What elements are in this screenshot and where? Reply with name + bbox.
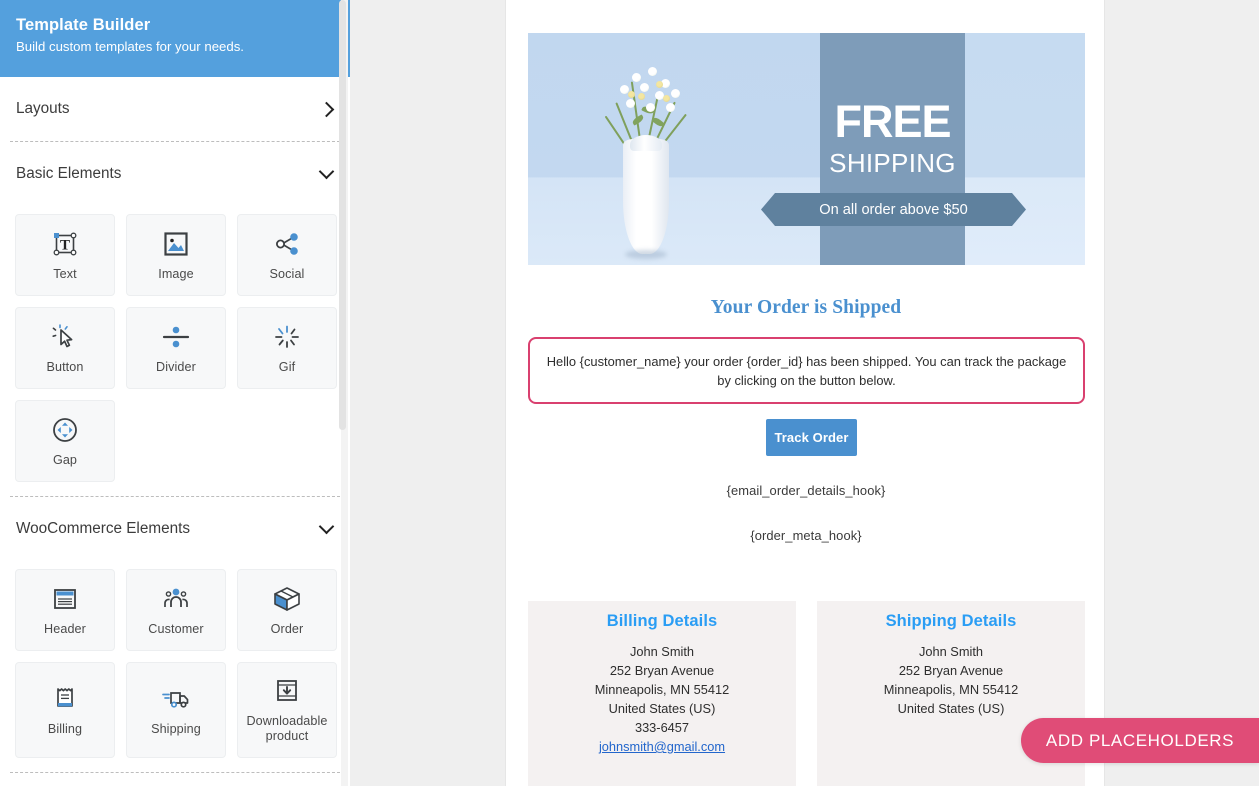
chevron-down-icon[interactable] — [320, 522, 334, 536]
order-meta-hook[interactable]: {order_meta_hook} — [506, 528, 1106, 543]
element-label: Downloadable product — [246, 714, 328, 743]
element-card-shipping[interactable]: Shipping — [126, 662, 226, 758]
element-card-divider[interactable]: Divider — [126, 307, 226, 389]
shipping-line: Minneapolis, MN 55412 — [883, 682, 1019, 697]
element-card-customer[interactable]: Customer — [126, 569, 226, 651]
image-icon — [163, 229, 189, 259]
element-label: Social — [269, 266, 305, 281]
woocommerce-elements-grid: Header Customer Order Billing Shipping D… — [0, 561, 350, 772]
package-box-icon — [272, 584, 302, 614]
email-message-block[interactable]: Hello {customer_name} your order {order_… — [528, 337, 1085, 404]
chevron-down-icon[interactable] — [320, 167, 334, 181]
people-group-icon — [161, 584, 191, 614]
divide-icon — [161, 322, 191, 352]
element-label: Customer — [148, 621, 204, 636]
sidebar-section-woocommerce-hooks[interactable]: WooCommerce Hooks — [0, 773, 350, 786]
cursor-click-icon — [52, 322, 78, 352]
track-order-button[interactable]: Track Order — [766, 419, 857, 456]
sidebar-subtitle: Build custom templates for your needs. — [16, 39, 244, 54]
element-label: Button — [46, 359, 84, 374]
sparkle-icon — [273, 322, 301, 352]
billing-line: 252 Bryan Avenue — [609, 663, 715, 678]
element-label: Image — [158, 266, 194, 281]
template-builder-app: Template Builder Build custom templates … — [0, 0, 1259, 786]
shipping-details-title: Shipping Details — [885, 612, 1017, 630]
banner-ribbon: On all order above $50 — [528, 33, 1085, 265]
element-card-image[interactable]: Image — [126, 214, 226, 296]
element-card-order[interactable]: Order — [237, 569, 337, 651]
element-card-header[interactable]: Header — [15, 569, 115, 651]
shipping-line: John Smith — [918, 644, 984, 659]
element-card-downloadable-product[interactable]: Downloadable product — [237, 662, 337, 758]
element-label: Gif — [278, 359, 296, 374]
basic-elements-grid: T Text Image Social Button Divider Gif G… — [0, 206, 350, 496]
element-label: Divider — [156, 359, 196, 374]
email-banner-image[interactable]: FREE SHIPPING On all order above $50 — [528, 33, 1085, 265]
billing-line: John Smith — [629, 644, 695, 659]
element-label: Text — [53, 266, 77, 281]
billing-details-card[interactable]: Billing Details John Smith 252 Bryan Ave… — [528, 601, 796, 786]
email-order-details-hook[interactable]: {email_order_details_hook} — [506, 483, 1106, 498]
section-label-basic-elements: Basic Elements — [16, 165, 122, 182]
element-card-social[interactable]: Social — [237, 214, 337, 296]
email-preview-sheet: FREE SHIPPING On all order above $50 You… — [505, 0, 1105, 786]
sidebar-title: Template Builder — [16, 16, 151, 34]
element-card-billing[interactable]: Billing — [15, 662, 115, 758]
element-card-button[interactable]: Button — [15, 307, 115, 389]
sidebar-section-woocommerce-elements[interactable]: WooCommerce Elements — [0, 497, 350, 561]
chevron-right-icon[interactable] — [320, 102, 334, 116]
sidebar-scrollbar-thumb[interactable] — [339, 0, 346, 430]
sidebar: Template Builder Build custom templates … — [0, 0, 350, 786]
section-label-woocommerce-elements: WooCommerce Elements — [16, 520, 190, 537]
element-card-gif[interactable]: Gif — [237, 307, 337, 389]
header-layout-icon — [51, 584, 79, 614]
element-label: Billing — [47, 721, 83, 736]
shipping-line: United States (US) — [897, 701, 1005, 716]
sidebar-scrollbar-track[interactable] — [339, 0, 348, 786]
share-icon — [273, 229, 301, 259]
add-placeholders-button[interactable]: ADD PLACEHOLDERS — [1021, 718, 1259, 763]
billing-line: 333-6457 — [634, 720, 690, 735]
section-label-layouts: Layouts — [16, 100, 70, 117]
banner-ribbon-text: On all order above $50 — [761, 193, 1026, 226]
element-label: Gap — [52, 452, 78, 467]
download-box-icon — [274, 676, 300, 706]
receipt-icon — [52, 684, 78, 714]
svg-text:T: T — [60, 237, 70, 253]
sidebar-section-basic-elements[interactable]: Basic Elements — [0, 142, 350, 206]
element-label: Order — [270, 621, 304, 636]
element-label: Shipping — [151, 721, 201, 736]
shipping-line: 252 Bryan Avenue — [898, 663, 1004, 678]
billing-email-link[interactable]: johnsmith@gmail.com — [599, 739, 725, 754]
element-card-gap[interactable]: Gap — [15, 400, 115, 482]
billing-details-title: Billing Details — [606, 612, 718, 630]
text-box-icon: T — [51, 229, 79, 259]
email-message-text: Hello {customer_name} your order {order_… — [546, 353, 1067, 388]
email-heading[interactable]: Your Order is Shipped — [506, 297, 1106, 319]
element-label: Header — [44, 621, 86, 636]
billing-line: United States (US) — [608, 701, 716, 716]
sidebar-header: Template Builder Build custom templates … — [0, 0, 350, 77]
move-arrows-circle-icon — [51, 415, 79, 445]
element-card-text[interactable]: T Text — [15, 214, 115, 296]
billing-line: Minneapolis, MN 55412 — [594, 682, 730, 697]
delivery-truck-icon — [160, 684, 192, 714]
sidebar-section-layouts[interactable]: Layouts — [0, 77, 350, 141]
